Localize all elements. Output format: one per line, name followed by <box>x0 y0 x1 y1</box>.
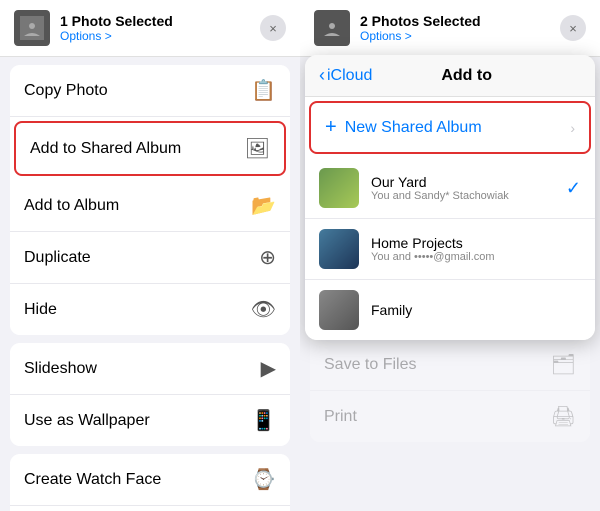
add-album-label: Add to Album <box>24 197 119 215</box>
left-thumb <box>14 10 50 46</box>
slideshow-label: Slideshow <box>24 360 97 378</box>
menu-item-copy-photo[interactable]: Copy Photo 📋 <box>10 65 290 117</box>
family-thumb <box>319 290 359 330</box>
dropdown-back-button[interactable]: ‹ iCloud <box>319 65 372 86</box>
wallpaper-icon: 📱 <box>251 408 276 433</box>
watch-face-label: Create Watch Face <box>24 471 161 489</box>
left-close-button[interactable]: × <box>260 15 286 41</box>
home-projects-sub: You and •••••@gmail.com <box>371 251 581 263</box>
menu-item-add-shared-album[interactable]: Add to Shared Album 🖼 <box>14 121 286 176</box>
new-shared-album-button[interactable]: + New Shared Album › <box>309 101 591 154</box>
left-section-3: Create Watch Face ⌚ Save to Files 🗂 Assi… <box>10 454 290 511</box>
right-panel-title: 2 Photos Selected <box>360 13 481 29</box>
menu-item-hide[interactable]: Hide 👁 <box>10 284 290 335</box>
plus-icon: + <box>325 116 337 139</box>
right-panel: 2 Photos Selected Options > × Add to Alb… <box>300 0 600 511</box>
bg-print: Print 🖨 <box>310 391 590 442</box>
left-menu-list: Copy Photo 📋 Add to Shared Album 🖼 Add t… <box>0 57 300 511</box>
our-yard-checkmark-icon: ✓ <box>566 178 581 199</box>
our-yard-info: Our Yard You and Sandy* Stachowiak <box>371 174 566 202</box>
menu-item-wallpaper[interactable]: Use as Wallpaper 📱 <box>10 395 290 446</box>
home-projects-info: Home Projects You and •••••@gmail.com <box>371 235 581 263</box>
our-yard-sub: You and Sandy* Stachowiak <box>371 190 566 202</box>
copy-photo-icon: 📋 <box>251 78 276 103</box>
right-header-text: 2 Photos Selected Options > <box>360 13 481 43</box>
menu-item-duplicate[interactable]: Duplicate ⊕ <box>10 232 290 284</box>
left-panel: 1 Photo Selected Options > × Copy Photo … <box>0 0 300 511</box>
bg-save-files-label: Save to Files <box>324 356 416 374</box>
add-album-icon: 📂 <box>251 193 276 218</box>
dropdown-back-label: iCloud <box>327 67 372 85</box>
right-close-button[interactable]: × <box>560 15 586 41</box>
add-to-dropdown: ‹ iCloud Add to + New Shared Album › Our… <box>305 55 595 340</box>
right-header-left: 2 Photos Selected Options > <box>314 10 481 46</box>
our-yard-name: Our Yard <box>371 174 566 190</box>
dropdown-header: ‹ iCloud Add to <box>305 55 595 97</box>
copy-photo-label: Copy Photo <box>24 82 108 100</box>
wallpaper-label: Use as Wallpaper <box>24 412 150 430</box>
duplicate-label: Duplicate <box>24 249 91 267</box>
left-panel-title: 1 Photo Selected <box>60 13 173 29</box>
add-shared-album-icon: 🖼 <box>245 136 270 161</box>
add-shared-album-label: Add to Shared Album <box>30 140 181 158</box>
our-yard-thumb <box>319 168 359 208</box>
watch-face-icon: ⌚ <box>251 467 276 492</box>
left-options-link[interactable]: Options > <box>60 29 173 43</box>
menu-item-add-album[interactable]: Add to Album 📂 <box>10 180 290 232</box>
right-options-link[interactable]: Options > <box>360 29 481 43</box>
right-header: 2 Photos Selected Options > × <box>300 0 600 57</box>
left-section-1: Copy Photo 📋 Add to Shared Album 🖼 Add t… <box>10 65 290 335</box>
chevron-left-icon: ‹ <box>319 65 325 86</box>
family-name: Family <box>371 302 581 318</box>
bg-print-label: Print <box>324 408 357 426</box>
album-item-home-projects[interactable]: Home Projects You and •••••@gmail.com <box>305 219 595 280</box>
new-shared-album-label: New Shared Album <box>345 119 571 137</box>
left-section-2: Slideshow ▶ Use as Wallpaper 📱 <box>10 343 290 446</box>
slideshow-icon: ▶ <box>261 356 276 381</box>
menu-item-save-files[interactable]: Save to Files 🗂 <box>10 506 290 511</box>
hide-label: Hide <box>24 301 57 319</box>
home-projects-thumb <box>319 229 359 269</box>
album-item-family[interactable]: Family <box>305 280 595 340</box>
left-header-left: 1 Photo Selected Options > <box>14 10 173 46</box>
duplicate-icon: ⊕ <box>259 245 276 270</box>
left-header-text: 1 Photo Selected Options > <box>60 13 173 43</box>
menu-item-watch-face[interactable]: Create Watch Face ⌚ <box>10 454 290 506</box>
menu-item-slideshow[interactable]: Slideshow ▶ <box>10 343 290 395</box>
album-item-our-yard[interactable]: Our Yard You and Sandy* Stachowiak ✓ <box>305 158 595 219</box>
hide-icon: 👁 <box>251 297 276 322</box>
bg-save-files: Save to Files 🗂 <box>310 339 590 391</box>
left-header: 1 Photo Selected Options > × <box>0 0 300 57</box>
right-thumb <box>314 10 350 46</box>
dropdown-title: Add to <box>382 67 551 85</box>
new-shared-chevron-icon: › <box>570 120 575 136</box>
family-info: Family <box>371 302 581 318</box>
home-projects-name: Home Projects <box>371 235 581 251</box>
